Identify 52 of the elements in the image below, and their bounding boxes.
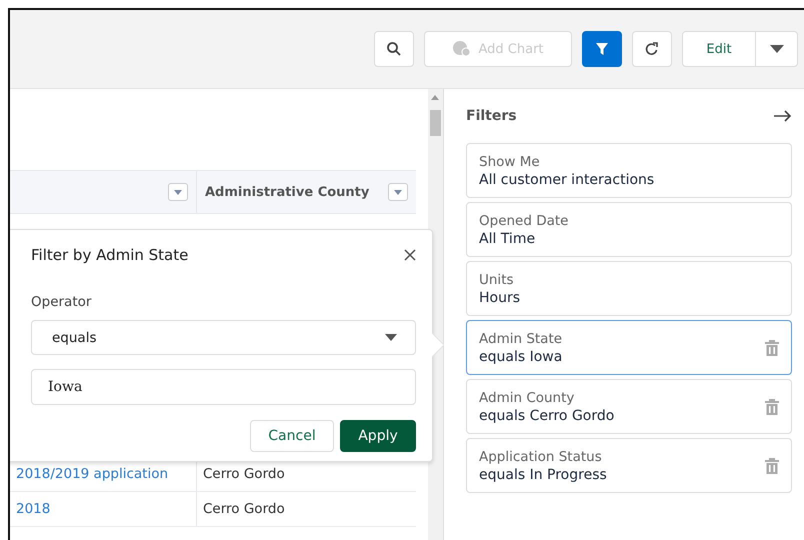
column-menu-button[interactable]	[168, 183, 188, 201]
trash-icon[interactable]	[765, 458, 779, 474]
filter-label: Admin State	[479, 330, 562, 346]
collapse-button[interactable]	[774, 110, 792, 122]
scroll-up-icon[interactable]	[431, 95, 439, 100]
filter-card[interactable]: Admin State equals Iowa	[466, 320, 792, 375]
caret-icon	[770, 45, 784, 53]
table-cell: Cerro Gordo	[203, 501, 285, 517]
filter-card[interactable]: Application Status equals In Progress	[466, 438, 792, 493]
column-header: Administrative County	[205, 184, 370, 200]
value-input[interactable]: Iowa	[31, 369, 416, 405]
filter-button[interactable]	[582, 31, 622, 67]
table-cell: Cerro Gordo	[203, 466, 285, 482]
filter-card[interactable]: Units Hours	[466, 261, 792, 316]
table-link[interactable]: 2018/2019 application	[16, 466, 168, 482]
filter-value: Hours	[479, 290, 520, 306]
filter-label: Application Status	[479, 448, 603, 464]
filter-value: equals Iowa	[479, 348, 562, 364]
edit-button[interactable]: Edit	[682, 31, 756, 67]
filter-card[interactable]: Admin County equals Cerro Gordo	[466, 379, 792, 434]
filter-label: Units	[479, 272, 515, 288]
filter-icon	[595, 42, 609, 56]
operator-select[interactable]: equals	[31, 320, 416, 355]
filter-card[interactable]: Show Me All customer interactions	[466, 143, 792, 198]
operator-label: Operator	[31, 294, 92, 312]
apply-button[interactable]: Apply	[340, 420, 416, 452]
table-link[interactable]: 2018	[16, 501, 50, 517]
close-button[interactable]	[404, 249, 416, 261]
filter-value: All customer interactions	[479, 172, 654, 188]
column-menu-button[interactable]	[388, 183, 408, 201]
search-icon	[386, 41, 402, 57]
filters-title: Filters	[466, 108, 517, 124]
popover-title: Filter by Admin State	[31, 246, 188, 264]
refresh-button[interactable]	[632, 31, 672, 67]
more-actions-button[interactable]	[756, 31, 798, 67]
filter-label: Opened Date	[479, 212, 568, 228]
scrollbar-thumb[interactable]	[430, 110, 441, 136]
trash-icon[interactable]	[765, 398, 779, 414]
search-button[interactable]	[374, 31, 414, 67]
caret-icon	[385, 334, 397, 341]
caret-icon	[394, 190, 402, 194]
chart-icon	[452, 40, 472, 58]
trash-icon[interactable]	[765, 340, 779, 356]
filter-value: All Time	[479, 230, 536, 246]
filter-label: Admin County	[479, 390, 576, 406]
caret-icon	[174, 190, 182, 194]
refresh-icon	[644, 41, 660, 57]
filter-card[interactable]: Opened Date All Time	[466, 202, 792, 257]
cancel-button[interactable]: Cancel	[250, 420, 334, 452]
filter-value: equals In Progress	[479, 466, 607, 482]
filter-label: Show Me	[479, 154, 541, 170]
filter-value: equals Cerro Gordo	[479, 408, 614, 424]
